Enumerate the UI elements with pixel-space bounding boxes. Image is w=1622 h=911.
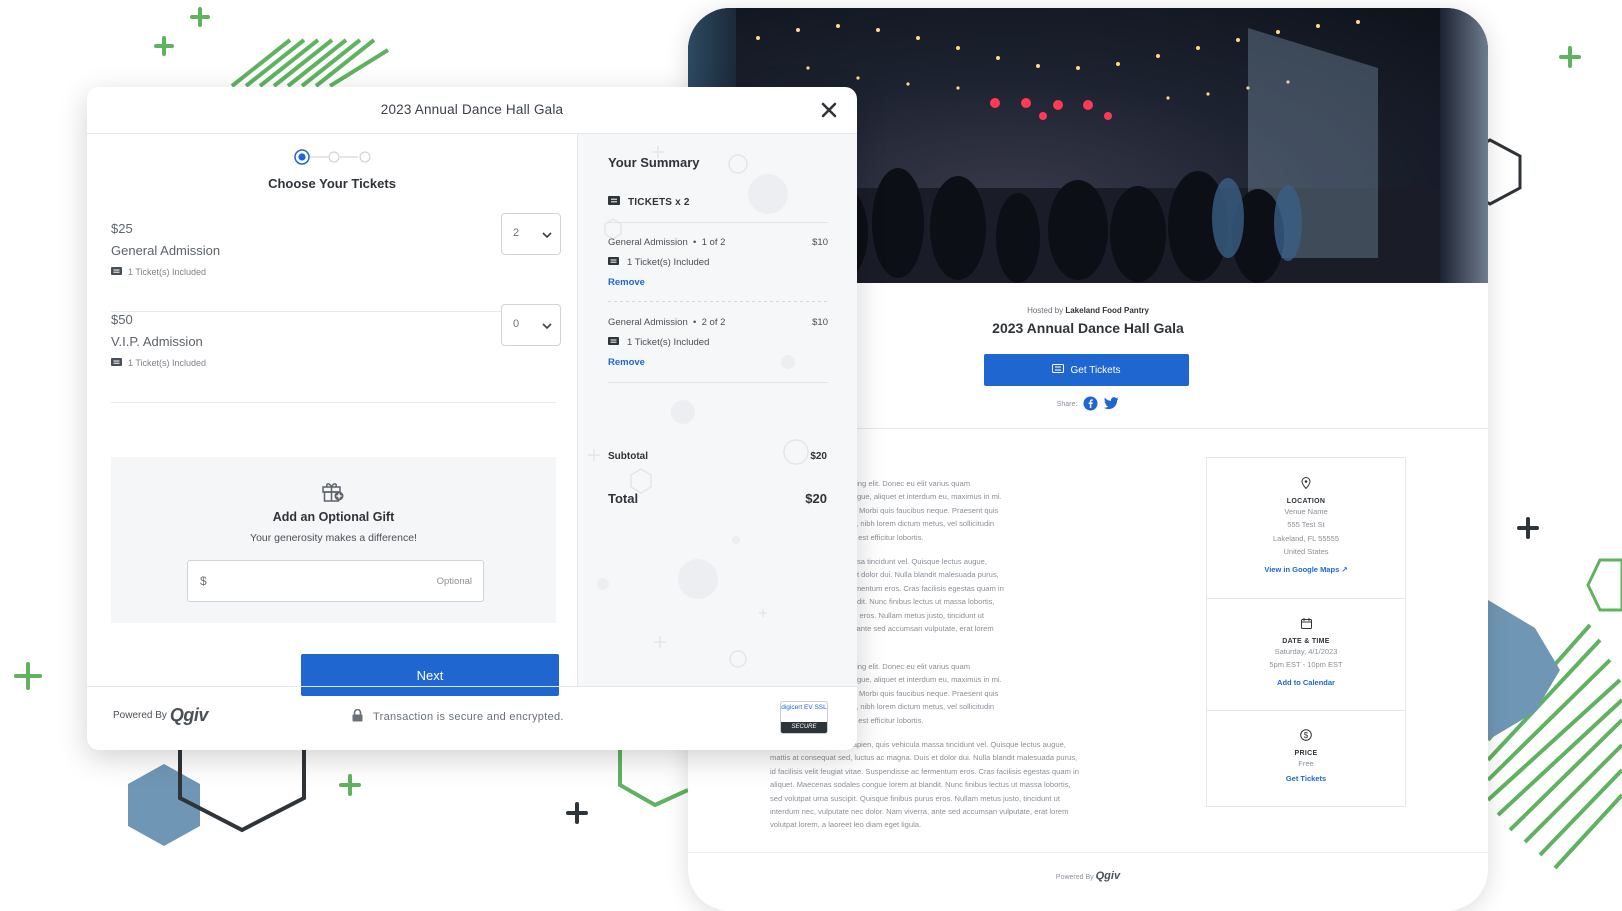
price-label: PRICE — [1294, 750, 1318, 757]
quantity-value: 2 — [513, 227, 520, 239]
ticket-name: V.I.P. Admission — [111, 334, 203, 349]
description-line: interdum nec, vulputate nec dolor. Nam v… — [770, 807, 1069, 817]
ticket-quantity-select[interactable]: 2 — [501, 213, 561, 255]
gift-placeholder: Optional — [436, 576, 472, 587]
step-title: Choose Your Tickets — [268, 176, 396, 191]
time-line: 5pm EST - 10pm EST — [1269, 660, 1343, 670]
description-line: mattis at consequat sed, luctus ac magna… — [770, 753, 1078, 763]
svg-text:$: $ — [1304, 731, 1309, 740]
date-time-section: DATE & TIME Saturday, 4/1/2023 5pm EST -… — [1207, 616, 1405, 687]
event-info-card: LOCATION Venue Name 555 Test St Lakeland… — [1206, 457, 1406, 807]
currency-symbol: $ — [200, 574, 207, 588]
close-icon — [821, 102, 837, 118]
ticket-icon — [1052, 364, 1065, 376]
ticket-icon — [608, 337, 619, 348]
optional-gift-section: Add an Optional Gift Your generosity mak… — [111, 457, 556, 623]
step-indicator — [294, 149, 374, 165]
footer-powered-label: Powered By — [1055, 874, 1094, 881]
subtotal-label: Subtotal — [608, 451, 648, 462]
share-label: Share: — [1056, 401, 1078, 408]
description-line: volutpat lorem, a laoreet leo diam eget … — [770, 820, 922, 830]
secure-message: Transaction is secure and encrypted. — [352, 708, 564, 725]
price-get-tickets-link[interactable]: Get Tickets — [1207, 774, 1405, 783]
summary-item-included: 1 Ticket(s) Included — [608, 337, 709, 348]
summary-item-name: General Admission • 1 of 2 — [608, 237, 726, 248]
chevron-down-icon — [541, 319, 553, 337]
ticket-selection-pane: Choose Your Tickets $25 General Admissio… — [87, 134, 577, 696]
ticket-option: $50 V.I.P. Admission 1 Ticket(s) Include… — [111, 304, 561, 403]
ticket-icon — [608, 196, 620, 208]
location-section: LOCATION Venue Name 555 Test St Lakeland… — [1207, 476, 1405, 574]
ticket-icon — [111, 267, 122, 277]
location-line: 555 Test St — [1287, 520, 1325, 530]
total-label: Total — [608, 491, 639, 506]
total-value: $20 — [805, 491, 827, 506]
location-line: Venue Name — [1284, 507, 1328, 516]
summary-pane: Your Summary TICKETS x 2 General Admissi… — [577, 134, 857, 686]
summary-tickets-header: TICKETS x 2 — [608, 196, 690, 208]
location-pin-icon — [1301, 476, 1311, 493]
chevron-down-icon — [541, 228, 553, 246]
powered-by: Powered By Qgiv — [113, 705, 208, 726]
modal-header: 2023 Annual Dance Hall Gala — [87, 87, 857, 134]
summary-item-price: $10 — [812, 237, 828, 248]
qgiv-logo: Qgiv — [1095, 870, 1121, 882]
ticket-price: $50 — [111, 312, 133, 327]
ticket-included: 1 Ticket(s) Included — [111, 358, 206, 368]
digicert-secure-badge: digicert EV SSL SECURE — [780, 701, 828, 734]
ticket-price: $25 — [111, 221, 133, 236]
remove-link[interactable]: Remove — [608, 357, 645, 368]
summary-background-pattern — [588, 146, 809, 668]
modal-title: 2023 Annual Dance Hall Gala — [380, 102, 564, 117]
ticket-purchase-modal: 2023 Annual Dance Hall Gala Choose Your … — [87, 87, 857, 750]
date-line: Saturday, 4/1/2023 — [1274, 647, 1338, 656]
facebook-icon[interactable] — [1083, 396, 1098, 413]
price-value: Free — [1298, 759, 1314, 768]
description-line: aliquet. Maecenas sodales congue lorem a… — [770, 780, 1071, 790]
quantity-value: 0 — [513, 318, 520, 330]
description-paragraph: Etiam volutpat aliquam sapien, quis vehi… — [770, 738, 1130, 832]
get-tickets-label: Get Tickets — [1070, 364, 1121, 376]
ticket-quantity-select[interactable]: 0 — [501, 304, 561, 346]
subtotal-value: $20 — [810, 451, 827, 462]
external-link-icon: ↗ — [1341, 564, 1348, 574]
dollar-circle-icon: $ — [1300, 728, 1312, 745]
add-to-calendar-link[interactable]: Add to Calendar — [1207, 678, 1405, 687]
gift-icon — [321, 479, 345, 508]
twitter-icon[interactable] — [1104, 397, 1119, 412]
calendar-icon — [1300, 616, 1312, 633]
description-line: sed volutpat urna suscipit. Quisque fini… — [770, 793, 1060, 803]
view-in-google-maps-link[interactable]: View in Google Maps ↗ — [1207, 565, 1405, 574]
close-button[interactable] — [820, 101, 838, 119]
ticket-included: 1 Ticket(s) Included — [111, 267, 206, 277]
date-time-label: DATE & TIME — [1282, 638, 1330, 645]
description-line: id facilisis velit feugiat vitae. Suspen… — [770, 766, 1079, 776]
summary-item-name: General Admission • 2 of 2 — [608, 317, 726, 328]
qgiv-logo: Qgiv — [169, 705, 209, 725]
event-page-footer: Powered By Qgiv — [688, 852, 1488, 911]
lock-icon — [352, 708, 363, 725]
modal-footer: Powered By Qgiv Transaction is secure an… — [87, 686, 857, 750]
powered-by-label: Powered By — [113, 710, 167, 721]
remove-link[interactable]: Remove — [608, 277, 645, 288]
get-tickets-button[interactable]: Get Tickets — [984, 354, 1189, 386]
gift-amount-input[interactable]: $ Optional — [187, 560, 484, 602]
gift-title: Add an Optional Gift — [272, 510, 395, 524]
ticket-name: General Admission — [111, 243, 221, 258]
gift-subtitle: Your generosity makes a difference! — [250, 532, 417, 544]
location-line: Lakeland, FL 55555 — [1272, 533, 1340, 543]
price-section: $ PRICE Free Get Tickets — [1207, 728, 1405, 783]
ticket-option: $25 General Admission 1 Ticket(s) Includ… — [111, 213, 561, 312]
location-label: LOCATION — [1286, 498, 1326, 505]
location-line: United States — [1283, 547, 1329, 557]
summary-item-price: $10 — [812, 317, 828, 328]
ticket-icon — [608, 257, 619, 268]
summary-item-included: 1 Ticket(s) Included — [608, 257, 709, 268]
summary-title: Your Summary — [608, 155, 700, 170]
ticket-icon — [111, 358, 122, 368]
